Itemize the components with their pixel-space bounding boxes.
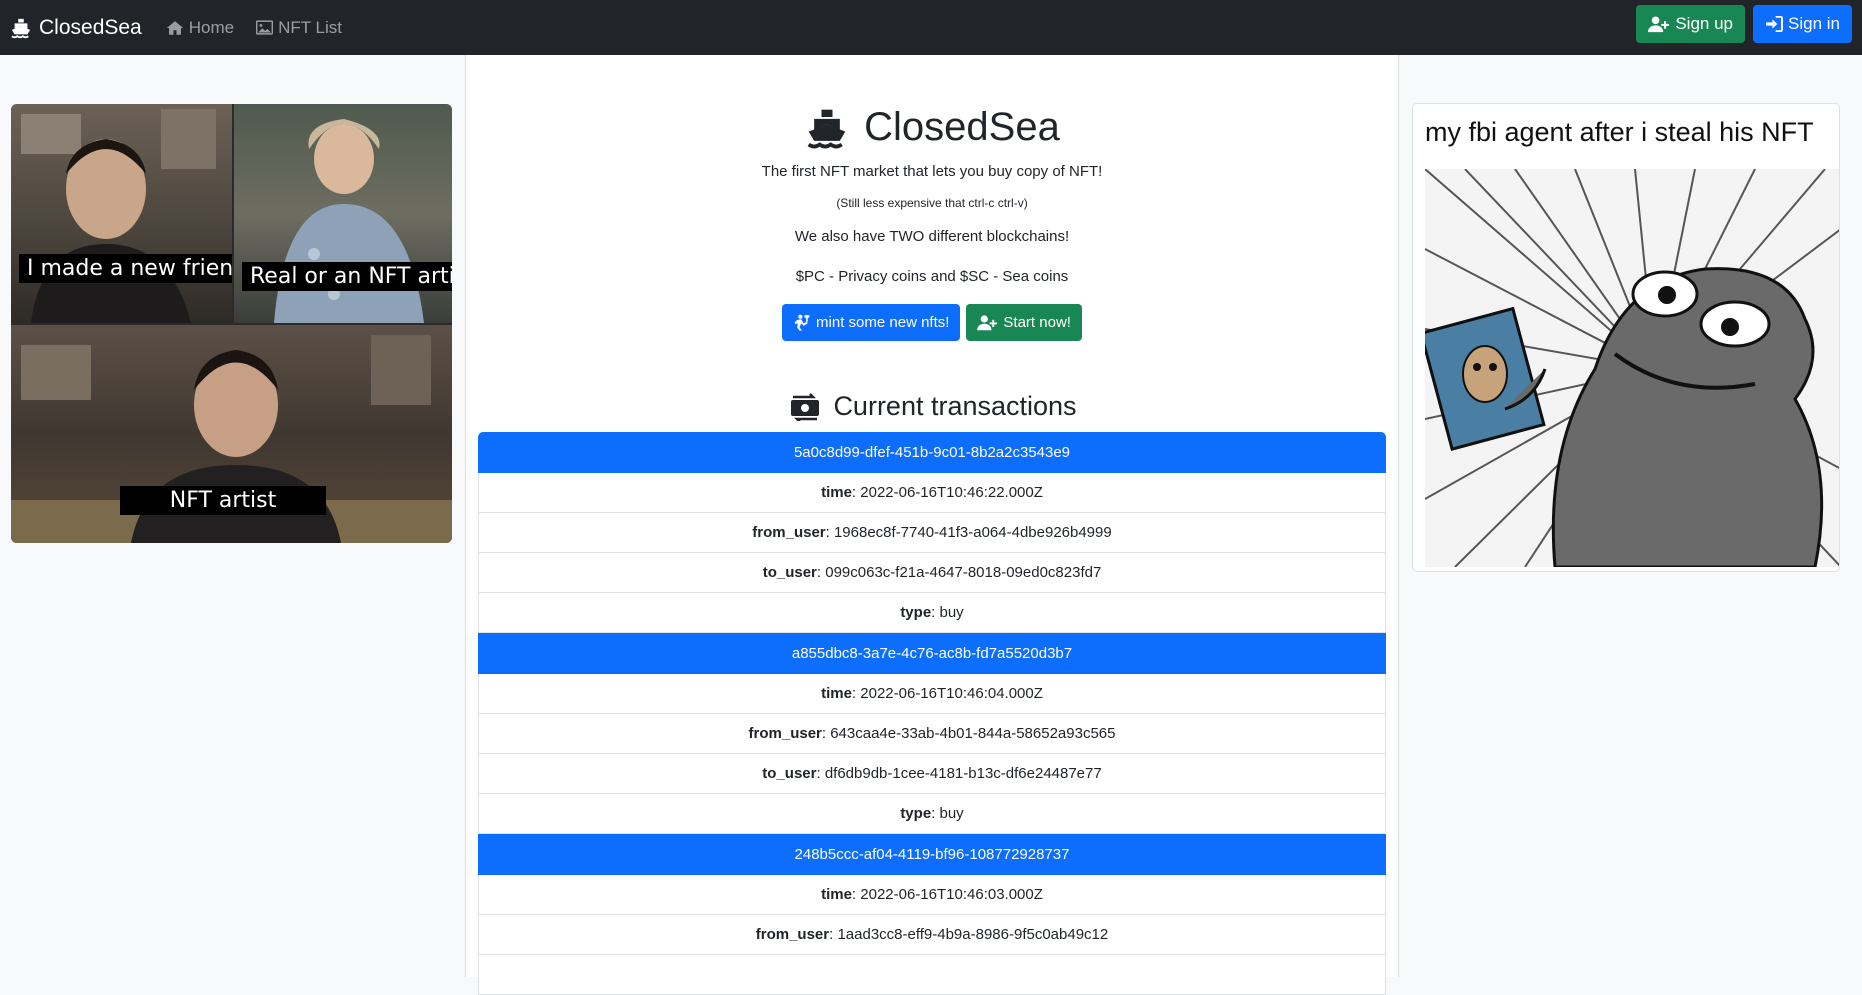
field-value: buy [939,604,964,621]
transaction-time-row: time: 2022-06-16T10:46:03.000Z [478,875,1386,915]
transaction-type-row: type: buy [478,593,1386,633]
meme-caption-2: Real or an NFT artist? [242,262,452,291]
field-label: from_user [752,524,826,541]
transactions-heading: Current transactions [466,391,1398,422]
field-value: 099c063c-f21a-4647-8018-09ed0c823fd7 [825,564,1102,581]
signup-label: Sign up [1675,14,1734,33]
field-label: from_user [755,926,830,943]
home-icon [166,20,183,35]
field-label: time [821,886,852,903]
nav-home-label: Home [188,17,235,37]
jake-meme-image: I made a new friend Real or an NFT artis… [11,104,452,543]
field-value: 643caa4e-33ab-4b01-844a-58652a93c565 [830,725,1116,742]
field-value: buy [939,805,964,822]
pepe-meme-image [1425,169,1839,567]
field-value: 2022-06-16T10:46:03.000Z [860,886,1043,903]
field-value: df6db9db-1cee-4181-b13c-df6e24487e77 [824,765,1102,782]
hero-line-2: (Still less expensive that ctrl-c ctrl-v… [836,196,1028,210]
mint-label: mint some new nfts! [816,314,950,331]
transaction-id-header[interactable]: 248b5ccc-af04-4119-bf96-108772928737 [478,834,1386,875]
field-value: 2022-06-16T10:46:04.000Z [860,685,1043,702]
user-plus-icon [977,314,998,330]
transaction-from-row: from_user: 1aad3cc8-eff9-4b9a-8986-9f5c0… [478,915,1386,955]
start-now-button[interactable]: Start now! [966,304,1082,341]
hero-line-1: The first NFT market that lets you buy c… [761,163,1103,180]
meme-caption-3: NFT artist [120,486,326,515]
field-label: time [821,484,852,501]
person-figure [21,109,216,323]
hero-line-4: $PC - Privacy coins and $SC - Sea coins [795,268,1069,285]
field-label: to_user [762,765,817,782]
nav-nft-list-label: NFT List [278,17,343,37]
image-icon [256,20,274,35]
meme-panel-3: NFT artist [11,325,452,543]
meme-panel-2: Real or an NFT artist? [234,104,452,323]
pepe-meme-caption: my fbi agent after i steal his NFT [1425,117,1814,147]
hammer-person-icon [794,314,810,331]
transactions-list: 5a0c8d99-dfef-451b-9c01-8b2a2c3543e9 tim… [478,432,1386,995]
nav-home-link[interactable]: Home [166,18,234,38]
signin-button[interactable]: Sign in [1753,5,1852,43]
money-exchange-icon [791,392,820,421]
pepe-meme-card: my fbi agent after i steal his NFT [1412,103,1840,572]
start-now-label: Start now! [1003,314,1071,331]
transaction-to-row: to_user: df6db9db-1cee-4181-b13c-df6e244… [478,754,1386,794]
main-content: ClosedSea The first NFT market that lets… [465,55,1399,995]
hero-title-text: ClosedSea [864,105,1060,149]
hero-title: ClosedSea [466,105,1398,150]
right-sidebar: my fbi agent after i steal his NFT [1399,55,1862,977]
meme-caption-1: I made a new friend [19,254,232,283]
signin-label: Sign in [1788,14,1840,33]
hero-buttons: mint some new nfts! Start now! [466,304,1398,341]
field-value: 1aad3cc8-eff9-4b9a-8986-9f5c0ab49c12 [837,926,1109,943]
brand-text: ClosedSea [39,15,142,39]
transaction-to-row: to_user: 099c063c-f21a-4647-8018-09ed0c8… [478,553,1386,593]
field-label: from_user [748,725,822,742]
brand-link[interactable]: ClosedSea [10,16,142,40]
transaction-id-header[interactable]: 5a0c8d99-dfef-451b-9c01-8b2a2c3543e9 [478,432,1386,473]
left-sidebar: I made a new friend Real or an NFT artis… [0,55,465,977]
signup-button[interactable]: Sign up [1636,5,1746,43]
field-label: to_user [762,564,817,581]
hero-line-3: We also have TWO different blockchains! [794,228,1070,245]
transaction-time-row: time: 2022-06-16T10:46:04.000Z [478,674,1386,714]
meme-panel-1: I made a new friend [11,104,232,323]
field-value: 2022-06-16T10:46:22.000Z [860,484,1043,501]
transactions-heading-text: Current transactions [833,391,1077,421]
nav-auth-buttons: Sign up Sign in [1636,5,1852,43]
ship-icon [11,18,31,38]
field-label: type [900,805,932,822]
mint-button[interactable]: mint some new nfts! [782,304,961,341]
transaction-from-row: from_user: 1968ec8f-7740-41f3-a064-4dbe9… [478,513,1386,553]
transaction-id-header[interactable]: a855dbc8-3a7e-4c76-ac8b-fd7a5520d3b7 [478,633,1386,674]
field-label: time [821,685,852,702]
sign-in-icon [1766,16,1784,32]
transaction-time-row: time: 2022-06-16T10:46:22.000Z [478,473,1386,513]
user-plus-icon [1648,15,1670,32]
field-value: 1968ec8f-7740-41f3-a064-4dbe926b4999 [833,524,1112,541]
ship-icon [807,109,846,148]
transaction-type-row: type: buy [478,794,1386,834]
field-label: type [900,604,932,621]
transaction-partial-row [478,955,1386,995]
nav-nft-list-link[interactable]: NFT List [256,18,342,38]
top-navbar: ClosedSea Home NFT List Sign up Sign in [0,0,1862,55]
transaction-from-row: from_user: 643caa4e-33ab-4b01-844a-58652… [478,714,1386,754]
